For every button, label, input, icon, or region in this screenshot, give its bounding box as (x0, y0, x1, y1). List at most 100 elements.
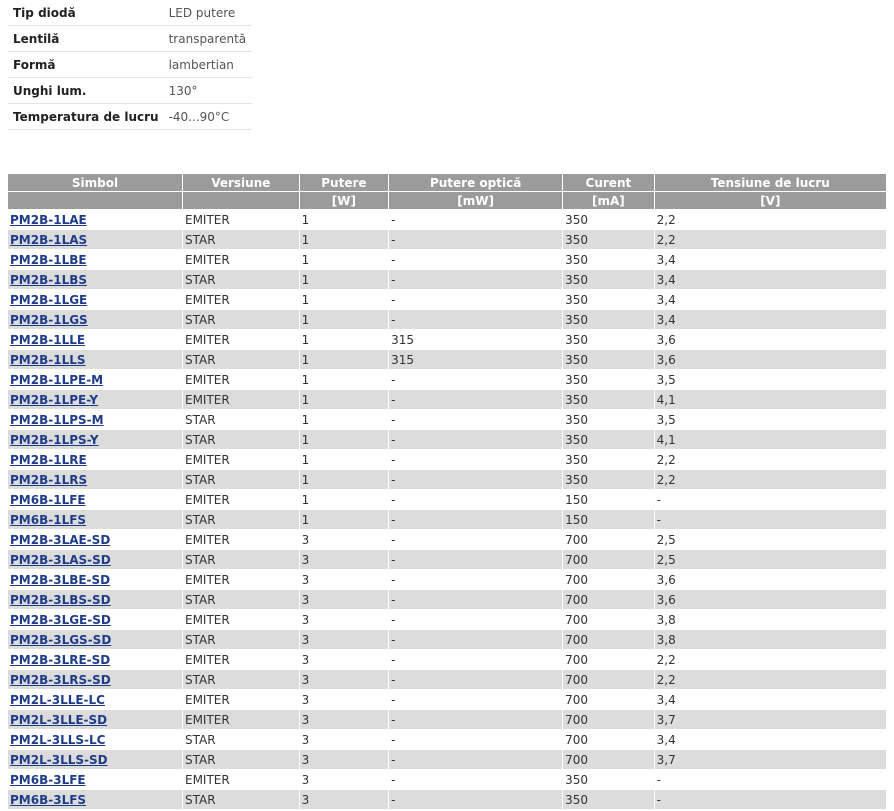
cell-putere-optica: - (389, 290, 563, 309)
spec-label: Formă (8, 51, 164, 78)
spec-label: Temperatura de lucru (8, 103, 164, 130)
product-link[interactable]: PM2B-1LGE (10, 293, 87, 307)
cell-curent: 350 (563, 210, 654, 229)
cell-putere-optica: - (389, 270, 563, 289)
product-link[interactable]: PM2L-3LLS-LC (10, 733, 105, 747)
column-header-putere-optica: Putere optică (389, 174, 563, 191)
cell-putere: 1 (299, 310, 389, 329)
product-link[interactable]: PM2L-3LLS-SD (10, 753, 108, 767)
cell-versiune: STAR (182, 470, 299, 489)
product-link[interactable]: PM2B-1LLE (10, 333, 85, 347)
cell-versiune: STAR (182, 790, 299, 809)
cell-versiune: STAR (182, 630, 299, 649)
product-link[interactable]: PM2B-3LGE-SD (10, 613, 111, 627)
cell-curent: 700 (563, 590, 654, 609)
product-link[interactable]: PM2B-1LRS (10, 473, 87, 487)
cell-simbol: PM6B-3LFE (8, 770, 182, 789)
cell-versiune: STAR (182, 350, 299, 369)
unit-simbol (8, 192, 182, 209)
cell-simbol: PM2B-1LAE (8, 210, 182, 229)
cell-curent: 350 (563, 790, 654, 809)
table-row: PM2B-1LAE EMITER 1-350 2,2 (8, 210, 886, 229)
table-row: PM2B-1LRE EMITER 1-350 2,2 (8, 450, 886, 469)
cell-tensiune: - (654, 770, 886, 789)
cell-tensiune: 3,6 (654, 570, 886, 589)
product-link[interactable]: PM2B-3LAS-SD (10, 553, 111, 567)
cell-putere-optica: - (389, 310, 563, 329)
product-link[interactable]: PM2B-1LPE-M (10, 373, 103, 387)
product-link[interactable]: PM2B-1LBE (10, 253, 87, 267)
product-link[interactable]: PM2B-3LBE-SD (10, 573, 110, 587)
table-row: PM2B-3LRE-SD EMITER 3-700 2,2 (8, 650, 886, 669)
product-link[interactable]: PM2B-1LGS (10, 313, 88, 327)
cell-putere: 3 (299, 710, 389, 729)
table-row: PM2L-3LLS-SD STAR 3-700 3,7 (8, 750, 886, 769)
product-link[interactable]: PM2B-3LGS-SD (10, 633, 111, 647)
product-link[interactable]: PM2B-3LRE-SD (10, 653, 110, 667)
product-link[interactable]: PM6B-3LFS (10, 793, 86, 807)
cell-simbol: PM2B-1LRE (8, 450, 182, 469)
product-link[interactable]: PM6B-1LFE (10, 493, 86, 507)
cell-tensiune: 3,4 (654, 690, 886, 709)
product-link[interactable]: PM2B-1LPS-M (10, 413, 104, 427)
product-link[interactable]: PM2B-1LPE-Y (10, 393, 98, 407)
cell-versiune: STAR (182, 590, 299, 609)
product-link[interactable]: PM2B-1LLS (10, 353, 86, 367)
cell-curent: 700 (563, 550, 654, 569)
cell-versiune: EMITER (182, 690, 299, 709)
product-link[interactable]: PM2B-3LRS-SD (10, 673, 111, 687)
cell-tensiune: 3,5 (654, 370, 886, 389)
column-header-versiune: Versiune (182, 174, 299, 191)
cell-putere: 1 (299, 350, 389, 369)
product-link[interactable]: PM2B-3LBS-SD (10, 593, 111, 607)
product-link[interactable]: PM2B-1LPS-Y (10, 433, 99, 447)
cell-simbol: PM2B-1LRS (8, 470, 182, 489)
spec-value: -40...90°C (163, 103, 252, 130)
table-row: PM2B-1LRS STAR 1-350 2,2 (8, 470, 886, 489)
cell-curent: 350 (563, 390, 654, 409)
cell-putere-optica: - (389, 730, 563, 749)
cell-putere-optica: - (389, 610, 563, 629)
product-link[interactable]: PM6B-3LFE (10, 773, 86, 787)
cell-tensiune: 2,2 (654, 210, 886, 229)
cell-putere-optica: - (389, 530, 563, 549)
cell-versiune: EMITER (182, 710, 299, 729)
cell-curent: 150 (563, 510, 654, 529)
cell-curent: 700 (563, 730, 654, 749)
spec-row: Unghi lum. 130° (8, 77, 252, 104)
table-row: PM2B-1LLE EMITER 1 315 350 3,6 (8, 330, 886, 349)
product-link[interactable]: PM6B-1LFS (10, 513, 86, 527)
cell-versiune: STAR (182, 730, 299, 749)
product-link[interactable]: PM2B-1LAE (10, 213, 87, 227)
cell-tensiune: 3,8 (654, 610, 886, 629)
product-link[interactable]: PM2L-3LLE-LC (10, 693, 105, 707)
cell-simbol: PM2B-1LBE (8, 250, 182, 269)
cell-tensiune: 3,4 (654, 270, 886, 289)
spec-value: lambertian (163, 51, 252, 78)
cell-tensiune: 3,4 (654, 310, 886, 329)
cell-simbol: PM6B-3LFS (8, 790, 182, 809)
cell-curent: 350 (563, 230, 654, 249)
cell-putere: 1 (299, 470, 389, 489)
unit-curent: [mA] (563, 192, 654, 209)
product-link[interactable]: PM2L-3LLE-SD (10, 713, 107, 727)
cell-versiune: STAR (182, 430, 299, 449)
cell-putere-optica: - (389, 770, 563, 789)
cell-versiune: EMITER (182, 370, 299, 389)
product-link[interactable]: PM2B-3LAE-SD (10, 533, 110, 547)
cell-versiune: STAR (182, 750, 299, 769)
table-row: PM2B-1LPS-M STAR 1-350 3,5 (8, 410, 886, 429)
cell-putere: 3 (299, 750, 389, 769)
cell-putere: 1 (299, 430, 389, 449)
product-link[interactable]: PM2B-1LBS (10, 273, 87, 287)
products-table-body: PM2B-1LAE EMITER 1-350 2,2 PM2B-1LAS STAR 1-35… (8, 210, 886, 809)
page: Tip diodă LED putere Lentilă transparent… (0, 0, 894, 811)
product-link[interactable]: PM2B-1LRE (10, 453, 87, 467)
cell-putere: 1 (299, 250, 389, 269)
product-link[interactable]: PM2B-1LAS (10, 233, 87, 247)
table-row: PM2B-1LPS-Y STAR 1-350 4,1 (8, 430, 886, 449)
table-row: PM2B-3LAS-SD STAR 3-700 2,5 (8, 550, 886, 569)
table-row: PM2B-3LGS-SD STAR 3-700 3,8 (8, 630, 886, 649)
column-header-putere: Putere (299, 174, 389, 191)
cell-putere-optica: - (389, 430, 563, 449)
